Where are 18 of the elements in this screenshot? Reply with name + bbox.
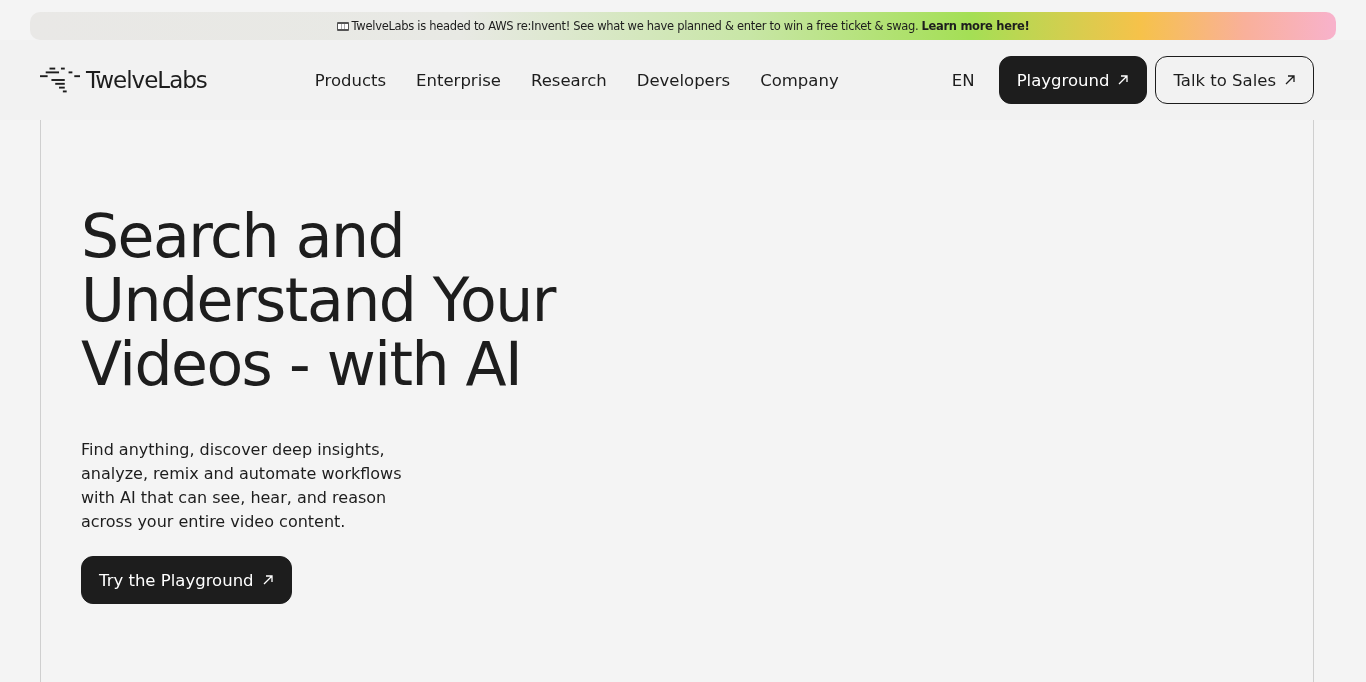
hero-description: Find anything, discover deep insights, analyze, remix and automate workflows with AI that can see, hear, and reason across your entire video content.: [81, 439, 403, 533]
playground-button[interactable]: Playground: [998, 56, 1148, 104]
announcement-text: TwelveLabs is headed to AWS re:Invent! See what we have planned & enter to win a free ticket & swag.: [351, 19, 919, 33]
arrow-icon: [1284, 74, 1296, 86]
slot-machine-icon: [336, 21, 349, 31]
logo-text: TwelveLabs: [86, 67, 207, 93]
nav-link[interactable]: Developers: [636, 70, 731, 90]
cta-button[interactable]: Try the Playground: [81, 556, 292, 604]
learn-more-link[interactable]: Learn more here!: [921, 19, 1030, 33]
nav-link[interactable]: Enterprise: [416, 70, 501, 90]
nav-link[interactable]: Products: [314, 70, 387, 90]
nav-link[interactable]: Company: [760, 70, 839, 90]
hero-title: Search and Understand Your Videos - with AI: [81, 204, 558, 396]
nav-link[interactable]: Research: [531, 70, 607, 90]
arrow-icon: [1117, 74, 1130, 86]
language-selector[interactable]: EN: [951, 70, 975, 90]
arrow-icon: [261, 574, 274, 586]
sales-button[interactable]: Talk to Sales: [1155, 56, 1314, 104]
